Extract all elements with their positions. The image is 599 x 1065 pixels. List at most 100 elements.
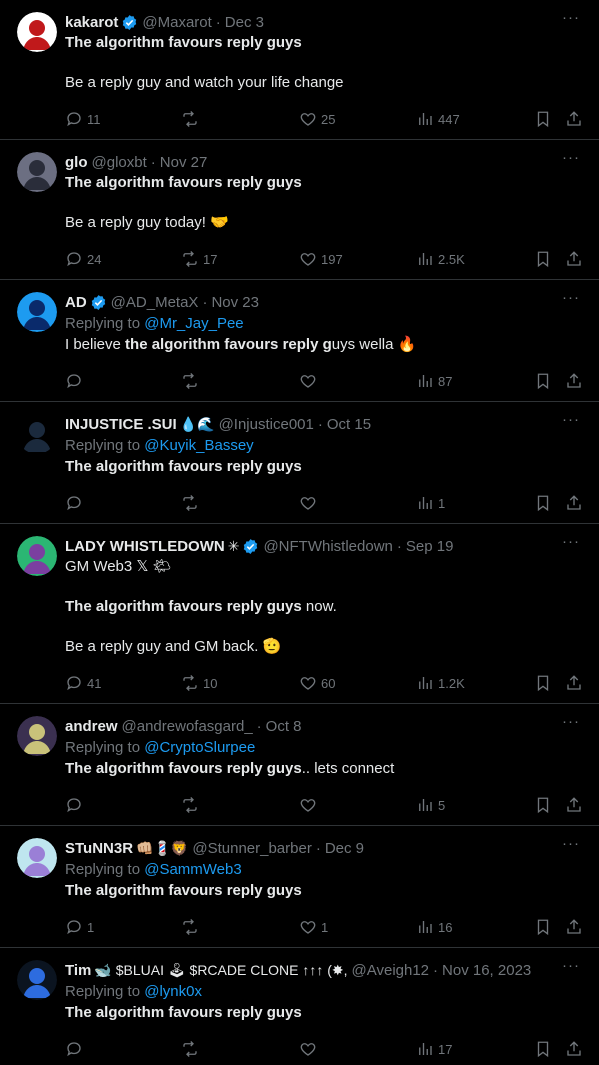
like-button[interactable]: 60 (299, 673, 335, 693)
avatar[interactable] (17, 414, 57, 454)
tweet[interactable]: andrew @andrewofasgard_ · Oct 8 ··· Replying … (0, 704, 599, 826)
tweet[interactable]: AD @AD_MetaX · Nov 23 ··· Replying to @Mr_Jay… (0, 280, 599, 402)
views-button[interactable]: 17 (416, 1039, 452, 1059)
tweet[interactable]: STuNN3R 👊🏼💈🦁 @Stunner_barber · Dec 9 ··· Reply… (0, 826, 599, 948)
bookmark-button[interactable] (534, 249, 552, 269)
reply-button[interactable] (65, 795, 87, 815)
tweet[interactable]: INJUSTICE .SUI 💧🌊 @Injustice001 · Oct 15 ··· R… (0, 402, 599, 524)
repost-button[interactable]: 17 (181, 249, 217, 269)
reply-button[interactable] (65, 493, 87, 513)
bookmark-button[interactable] (534, 493, 552, 513)
tweet[interactable]: LADY WHISTLEDOWN ✳ @NFTWhistledown · Sep 19 ·… (0, 524, 599, 704)
display-name[interactable]: AD (65, 294, 87, 311)
reply-button[interactable]: 24 (65, 249, 101, 269)
replying-to-link[interactable]: @lynk0x (144, 983, 202, 1000)
more-options-icon[interactable]: ··· (561, 958, 581, 979)
bookmark-button[interactable] (534, 1039, 552, 1059)
display-name[interactable]: LADY WHISTLEDOWN (65, 538, 225, 555)
repost-button[interactable]: 10 (181, 673, 217, 693)
more-options-icon[interactable]: ··· (561, 534, 581, 555)
views-button[interactable]: 2.5K (416, 249, 465, 269)
more-options-icon[interactable]: ··· (561, 836, 581, 857)
replying-to-link[interactable]: @SammWeb3 (144, 861, 241, 878)
user-handle[interactable]: @AD_MetaX (111, 294, 199, 311)
tweet-date[interactable]: Nov 27 (160, 154, 208, 171)
views-button[interactable]: 447 (416, 109, 460, 129)
bookmark-button[interactable] (534, 673, 552, 693)
tweet-date[interactable]: Dec 9 (325, 840, 364, 857)
share-button[interactable] (565, 109, 583, 129)
like-button[interactable] (299, 371, 321, 391)
user-handle[interactable]: @andrewofasgard_ (122, 718, 253, 735)
reply-button[interactable]: 41 (65, 673, 101, 693)
tweet-date[interactable]: Dec 3 (225, 14, 264, 31)
bookmark-button[interactable] (534, 109, 552, 129)
more-options-icon[interactable]: ··· (561, 714, 581, 735)
tweet[interactable]: kakarot @Maxarot · Dec 3 ··· The algorithm fa… (0, 0, 599, 140)
repost-button[interactable] (181, 371, 203, 391)
more-options-icon[interactable]: ··· (561, 10, 581, 31)
replying-to-link[interactable]: @CryptoSlurpee (144, 739, 255, 756)
repost-button[interactable] (181, 917, 203, 937)
like-button[interactable] (299, 795, 321, 815)
tweet[interactable]: Tim 🐋 $BLUAI 🕹 $RCADE CLONE ↑↑↑ (✸, @Aveig… (0, 948, 599, 1065)
share-button[interactable] (565, 493, 583, 513)
display-name[interactable]: STuNN3R (65, 840, 133, 857)
like-button[interactable]: 1 (299, 917, 328, 937)
repost-button[interactable] (181, 109, 203, 129)
user-handle[interactable]: @Aveigh12 (352, 962, 430, 979)
more-options-icon[interactable]: ··· (561, 150, 581, 171)
user-handle[interactable]: @gloxbt (92, 154, 147, 171)
avatar[interactable] (17, 152, 57, 192)
share-button[interactable] (565, 795, 583, 815)
views-button[interactable]: 1 (416, 493, 445, 513)
share-button[interactable] (565, 371, 583, 391)
replying-to-link[interactable]: @Mr_Jay_Pee (144, 315, 243, 332)
views-button[interactable]: 87 (416, 371, 452, 391)
display-name[interactable]: glo (65, 154, 88, 171)
repost-button[interactable] (181, 493, 203, 513)
user-handle[interactable]: @Maxarot (142, 14, 211, 31)
repost-button[interactable] (181, 1039, 203, 1059)
reply-button[interactable] (65, 1039, 87, 1059)
avatar[interactable] (17, 716, 57, 756)
avatar[interactable] (17, 292, 57, 332)
views-button[interactable]: 16 (416, 917, 452, 937)
display-name[interactable]: INJUSTICE .SUI (65, 416, 177, 433)
tweet-date[interactable]: Oct 8 (266, 718, 302, 735)
user-handle[interactable]: @Injustice001 (219, 416, 314, 433)
views-button[interactable]: 5 (416, 795, 445, 815)
tweet[interactable]: glo @gloxbt · Nov 27 ··· The algorithm favour… (0, 140, 599, 280)
like-button[interactable] (299, 1039, 321, 1059)
avatar[interactable] (17, 12, 57, 52)
tweet-date[interactable]: Nov 23 (211, 294, 259, 311)
repost-button[interactable] (181, 795, 203, 815)
views-button[interactable]: 1.2K (416, 673, 465, 693)
display-name[interactable]: Tim (65, 962, 91, 979)
share-button[interactable] (565, 1039, 583, 1059)
user-handle[interactable]: @Stunner_barber (192, 840, 311, 857)
display-name[interactable]: andrew (65, 718, 118, 735)
reply-button[interactable] (65, 371, 87, 391)
reply-button[interactable]: 11 (65, 109, 101, 129)
bookmark-button[interactable] (534, 795, 552, 815)
tweet-date[interactable]: Nov 16, 2023 (442, 962, 531, 979)
like-button[interactable]: 197 (299, 249, 343, 269)
user-handle[interactable]: @NFTWhistledown (263, 538, 392, 555)
share-button[interactable] (565, 673, 583, 693)
avatar[interactable] (17, 536, 57, 576)
like-button[interactable]: 25 (299, 109, 335, 129)
bookmark-button[interactable] (534, 371, 552, 391)
tweet-date[interactable]: Sep 19 (406, 538, 454, 555)
bookmark-button[interactable] (534, 917, 552, 937)
display-name[interactable]: kakarot (65, 14, 118, 31)
like-button[interactable] (299, 493, 321, 513)
replying-to-link[interactable]: @Kuyik_Bassey (144, 437, 253, 454)
share-button[interactable] (565, 249, 583, 269)
reply-button[interactable]: 1 (65, 917, 94, 937)
more-options-icon[interactable]: ··· (561, 290, 581, 311)
avatar[interactable] (17, 960, 57, 1000)
tweet-date[interactable]: Oct 15 (327, 416, 371, 433)
share-button[interactable] (565, 917, 583, 937)
avatar[interactable] (17, 838, 57, 878)
